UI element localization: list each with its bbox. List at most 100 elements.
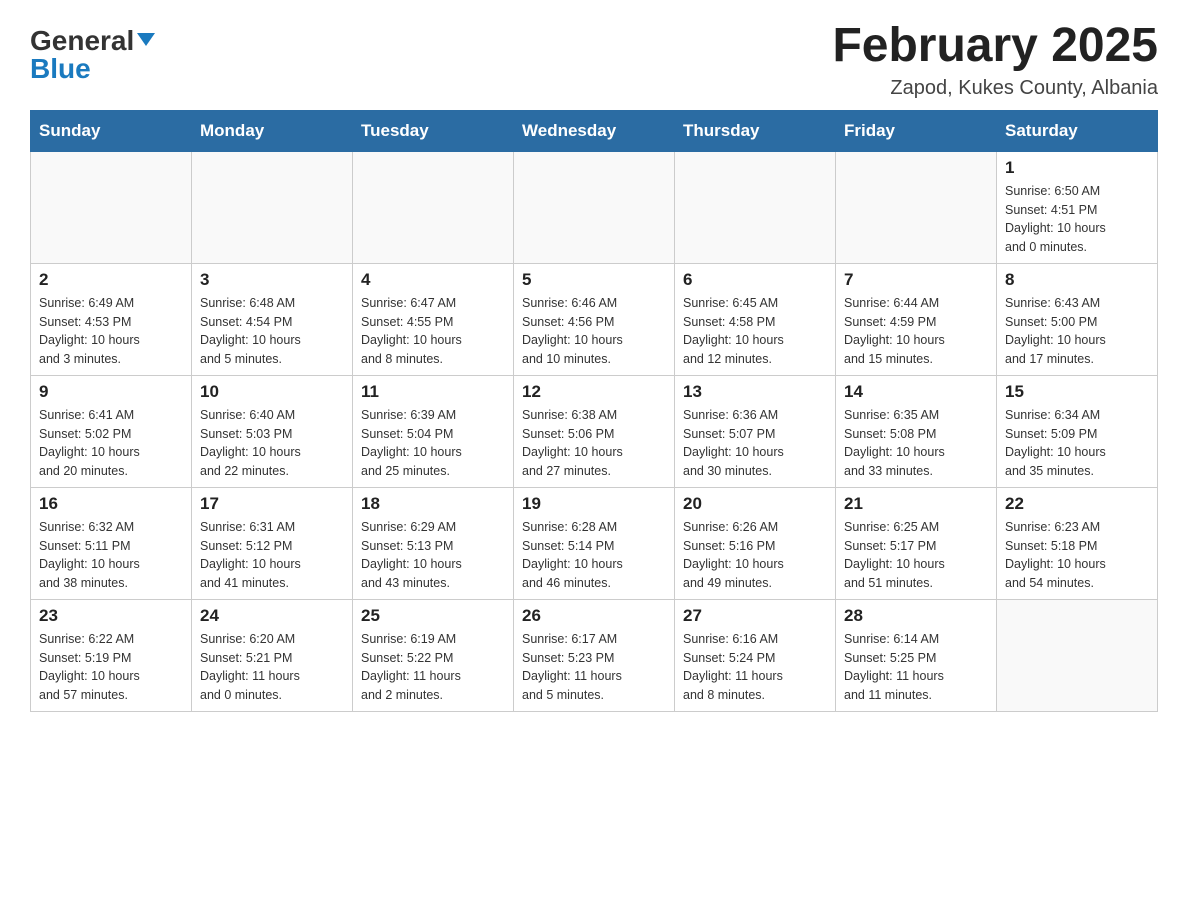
- day-number: 2: [39, 270, 183, 290]
- calendar-cell: 28 Sunrise: 6:14 AM Sunset: 5:25 PM Dayli…: [836, 599, 997, 711]
- calendar-cell: 3 Sunrise: 6:48 AM Sunset: 4:54 PM Daylig…: [192, 263, 353, 375]
- day-number: 5: [522, 270, 666, 290]
- calendar-cell: 17Sunrise: 6:31 AM Sunset: 5:12 PM Dayli…: [192, 487, 353, 599]
- day-number: 13: [683, 382, 827, 402]
- calendar-cell: 6Sunrise: 6:45 AM Sunset: 4:58 PM Daylig…: [675, 263, 836, 375]
- calendar-cell: 23 Sunrise: 6:22 AM Sunset: 5:19 PM Dayli…: [31, 599, 192, 711]
- day-number: 23: [39, 606, 183, 626]
- calendar-cell: 12 Sunrise: 6:38 AM Sunset: 5:06 PM Dayli…: [514, 375, 675, 487]
- day-info: Sunrise: 6:17 AM Sunset: 5:23 PM Dayligh…: [522, 630, 666, 705]
- day-number: 22: [1005, 494, 1149, 514]
- day-number: 9: [39, 382, 183, 402]
- day-info: Sunrise: 6:35 AM Sunset: 5:08 PM Dayligh…: [844, 406, 988, 481]
- calendar-week-row: 16 Sunrise: 6:32 AM Sunset: 5:11 PM Dayli…: [31, 487, 1158, 599]
- logo-general-label: General: [30, 25, 134, 56]
- calendar-cell: 14 Sunrise: 6:35 AM Sunset: 5:08 PM Dayli…: [836, 375, 997, 487]
- day-number: 26: [522, 606, 666, 626]
- day-info: Sunrise: 6:49 AM Sunset: 4:53 PM Dayligh…: [39, 294, 183, 369]
- day-number: 15: [1005, 382, 1149, 402]
- day-number: 16: [39, 494, 183, 514]
- calendar-cell: 10 Sunrise: 6:40 AM Sunset: 5:03 PM Dayli…: [192, 375, 353, 487]
- day-info: Sunrise: 6:25 AM Sunset: 5:17 PM Dayligh…: [844, 518, 988, 593]
- day-number: 11: [361, 382, 505, 402]
- day-number: 28: [844, 606, 988, 626]
- calendar-cell: 15Sunrise: 6:34 AM Sunset: 5:09 PM Dayli…: [997, 375, 1158, 487]
- calendar-cell: 9Sunrise: 6:41 AM Sunset: 5:02 PM Daylig…: [31, 375, 192, 487]
- day-info: Sunrise: 6:39 AM Sunset: 5:04 PM Dayligh…: [361, 406, 505, 481]
- day-info: Sunrise: 6:40 AM Sunset: 5:03 PM Dayligh…: [200, 406, 344, 481]
- calendar-cell: 25 Sunrise: 6:19 AM Sunset: 5:22 PM Dayli…: [353, 599, 514, 711]
- day-number: 17: [200, 494, 344, 514]
- day-number: 14: [844, 382, 988, 402]
- calendar-cell: [997, 599, 1158, 711]
- weekday-header-tuesday: Tuesday: [353, 110, 514, 151]
- calendar-cell: [675, 151, 836, 263]
- calendar-cell: 24Sunrise: 6:20 AM Sunset: 5:21 PM Dayli…: [192, 599, 353, 711]
- calendar-cell: 21 Sunrise: 6:25 AM Sunset: 5:17 PM Dayli…: [836, 487, 997, 599]
- location-label: Zapod, Kukes County, Albania: [832, 77, 1158, 100]
- day-number: 20: [683, 494, 827, 514]
- calendar-cell: 16 Sunrise: 6:32 AM Sunset: 5:11 PM Dayli…: [31, 487, 192, 599]
- day-info: Sunrise: 6:28 AM Sunset: 5:14 PM Dayligh…: [522, 518, 666, 593]
- day-info: Sunrise: 6:16 AM Sunset: 5:24 PM Dayligh…: [683, 630, 827, 705]
- weekday-header-sunday: Sunday: [31, 110, 192, 151]
- calendar-week-row: 1 Sunrise: 6:50 AM Sunset: 4:51 PM Daylig…: [31, 151, 1158, 263]
- day-number: 12: [522, 382, 666, 402]
- day-info: Sunrise: 6:47 AM Sunset: 4:55 PM Dayligh…: [361, 294, 505, 369]
- day-number: 7: [844, 270, 988, 290]
- calendar-cell: [353, 151, 514, 263]
- day-info: Sunrise: 6:23 AM Sunset: 5:18 PM Dayligh…: [1005, 518, 1149, 593]
- calendar-cell: 11 Sunrise: 6:39 AM Sunset: 5:04 PM Dayli…: [353, 375, 514, 487]
- day-number: 1: [1005, 158, 1149, 178]
- day-info: Sunrise: 6:26 AM Sunset: 5:16 PM Dayligh…: [683, 518, 827, 593]
- day-info: Sunrise: 6:19 AM Sunset: 5:22 PM Dayligh…: [361, 630, 505, 705]
- day-number: 10: [200, 382, 344, 402]
- day-info: Sunrise: 6:38 AM Sunset: 5:06 PM Dayligh…: [522, 406, 666, 481]
- title-area: February 2025 Zapod, Kukes County, Alban…: [832, 20, 1158, 100]
- calendar-cell: 2 Sunrise: 6:49 AM Sunset: 4:53 PM Daylig…: [31, 263, 192, 375]
- day-number: 18: [361, 494, 505, 514]
- calendar-week-row: 23 Sunrise: 6:22 AM Sunset: 5:19 PM Dayli…: [31, 599, 1158, 711]
- day-number: 21: [844, 494, 988, 514]
- logo-blue-label: Blue: [30, 55, 91, 83]
- calendar-week-row: 2 Sunrise: 6:49 AM Sunset: 4:53 PM Daylig…: [31, 263, 1158, 375]
- day-info: Sunrise: 6:46 AM Sunset: 4:56 PM Dayligh…: [522, 294, 666, 369]
- calendar-cell: [836, 151, 997, 263]
- calendar-cell: 19Sunrise: 6:28 AM Sunset: 5:14 PM Dayli…: [514, 487, 675, 599]
- logo: General Blue: [30, 20, 155, 83]
- calendar-cell: 7 Sunrise: 6:44 AM Sunset: 4:59 PM Daylig…: [836, 263, 997, 375]
- day-info: Sunrise: 6:36 AM Sunset: 5:07 PM Dayligh…: [683, 406, 827, 481]
- day-info: Sunrise: 6:44 AM Sunset: 4:59 PM Dayligh…: [844, 294, 988, 369]
- calendar-cell: 18 Sunrise: 6:29 AM Sunset: 5:13 PM Dayli…: [353, 487, 514, 599]
- weekday-header-row: SundayMondayTuesdayWednesdayThursdayFrid…: [31, 110, 1158, 151]
- calendar-cell: [192, 151, 353, 263]
- calendar-week-row: 9Sunrise: 6:41 AM Sunset: 5:02 PM Daylig…: [31, 375, 1158, 487]
- calendar-cell: 13 Sunrise: 6:36 AM Sunset: 5:07 PM Dayli…: [675, 375, 836, 487]
- day-info: Sunrise: 6:32 AM Sunset: 5:11 PM Dayligh…: [39, 518, 183, 593]
- calendar-cell: 20 Sunrise: 6:26 AM Sunset: 5:16 PM Dayli…: [675, 487, 836, 599]
- day-info: Sunrise: 6:20 AM Sunset: 5:21 PM Dayligh…: [200, 630, 344, 705]
- day-info: Sunrise: 6:14 AM Sunset: 5:25 PM Dayligh…: [844, 630, 988, 705]
- calendar-cell: 4Sunrise: 6:47 AM Sunset: 4:55 PM Daylig…: [353, 263, 514, 375]
- weekday-header-saturday: Saturday: [997, 110, 1158, 151]
- day-number: 8: [1005, 270, 1149, 290]
- day-number: 3: [200, 270, 344, 290]
- day-number: 6: [683, 270, 827, 290]
- day-info: Sunrise: 6:29 AM Sunset: 5:13 PM Dayligh…: [361, 518, 505, 593]
- day-info: Sunrise: 6:48 AM Sunset: 4:54 PM Dayligh…: [200, 294, 344, 369]
- weekday-header-monday: Monday: [192, 110, 353, 151]
- calendar-cell: [31, 151, 192, 263]
- logo-triangle-icon: [137, 33, 155, 46]
- day-number: 27: [683, 606, 827, 626]
- day-info: Sunrise: 6:22 AM Sunset: 5:19 PM Dayligh…: [39, 630, 183, 705]
- calendar-cell: [514, 151, 675, 263]
- calendar-cell: 5 Sunrise: 6:46 AM Sunset: 4:56 PM Daylig…: [514, 263, 675, 375]
- day-info: Sunrise: 6:43 AM Sunset: 5:00 PM Dayligh…: [1005, 294, 1149, 369]
- day-info: Sunrise: 6:50 AM Sunset: 4:51 PM Dayligh…: [1005, 182, 1149, 257]
- day-number: 25: [361, 606, 505, 626]
- calendar-cell: 1 Sunrise: 6:50 AM Sunset: 4:51 PM Daylig…: [997, 151, 1158, 263]
- calendar-cell: 22 Sunrise: 6:23 AM Sunset: 5:18 PM Dayli…: [997, 487, 1158, 599]
- weekday-header-friday: Friday: [836, 110, 997, 151]
- calendar-table: SundayMondayTuesdayWednesdayThursdayFrid…: [30, 110, 1158, 712]
- calendar-cell: 27 Sunrise: 6:16 AM Sunset: 5:24 PM Dayli…: [675, 599, 836, 711]
